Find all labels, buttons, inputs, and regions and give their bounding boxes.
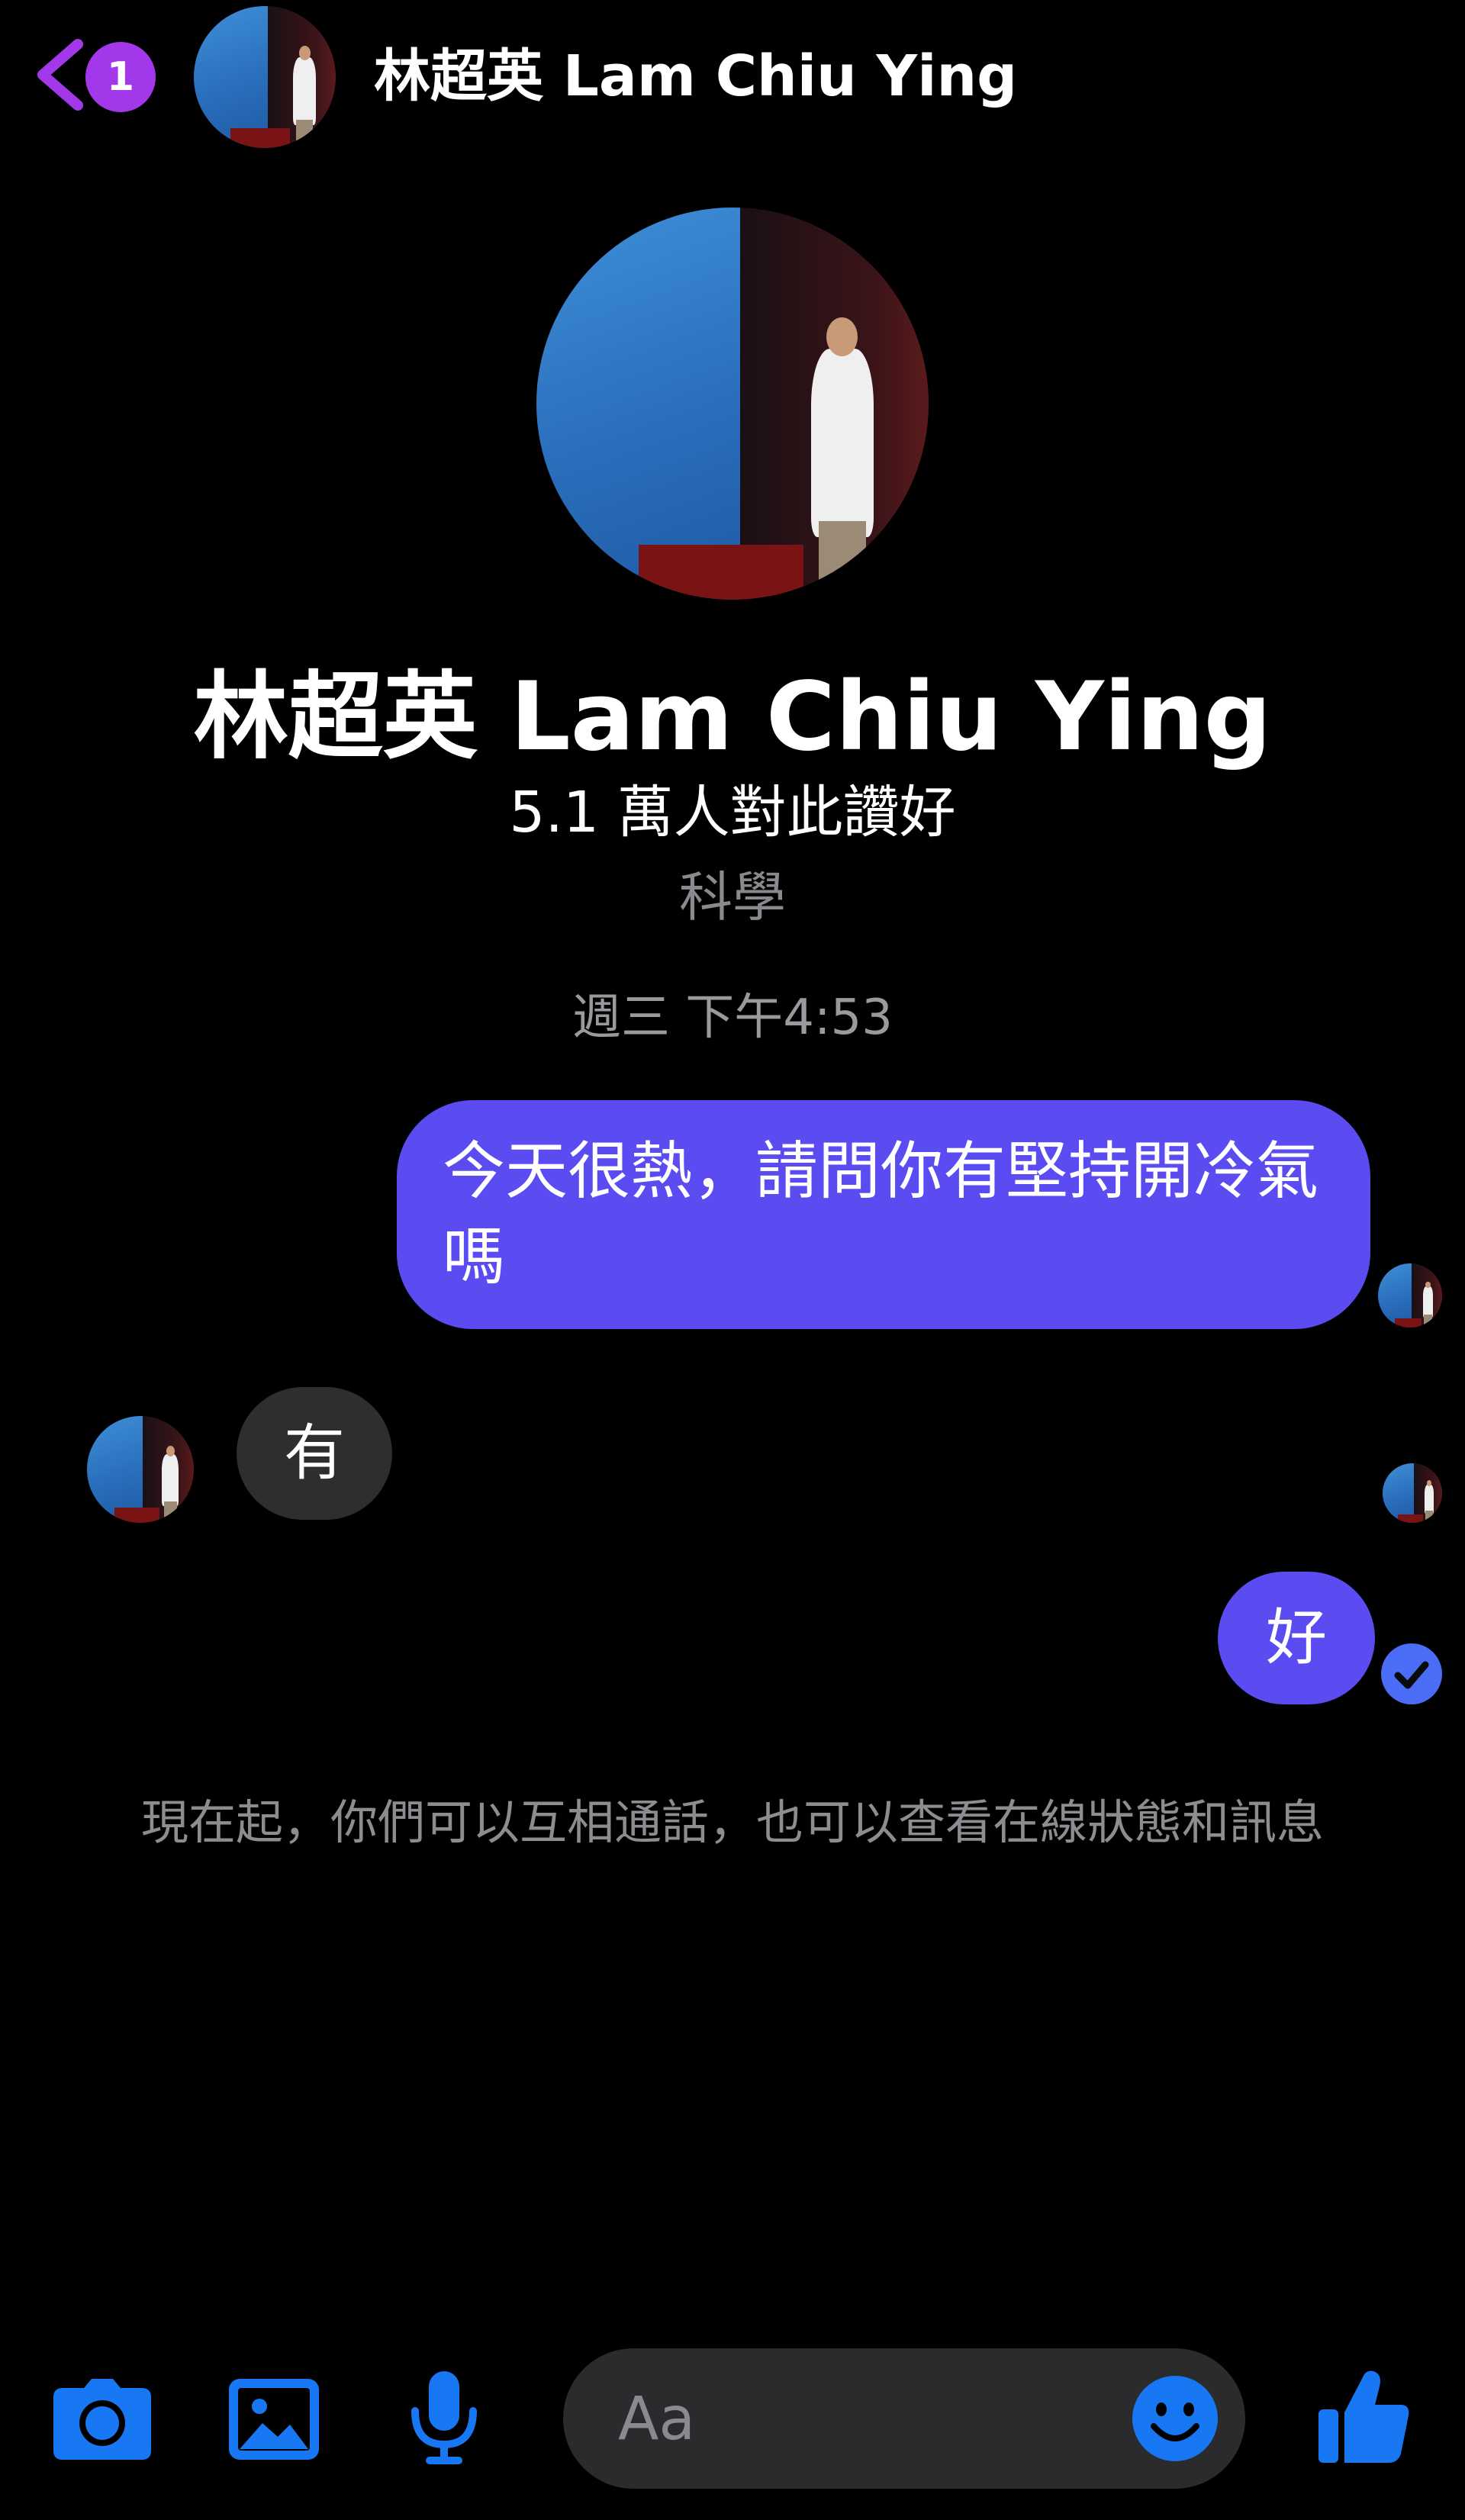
system-notice: 現在起，你們可以互相通話，也可以查看在線狀態和訊息 <box>140 1794 1324 1850</box>
unread-badge[interactable]: 1 <box>85 42 156 112</box>
profile-name: 林超英 Lam Chiu Ying <box>193 662 1272 772</box>
incoming-message-bubble[interactable]: 有 <box>237 1387 392 1520</box>
header-avatar[interactable] <box>194 6 336 148</box>
emoji-icon[interactable] <box>1131 2374 1219 2463</box>
sender-avatar[interactable] <box>87 1416 194 1523</box>
delivered-check-icon <box>1381 1643 1442 1704</box>
camera-icon[interactable] <box>53 2379 151 2460</box>
profile-category: 科學 <box>679 866 786 929</box>
message-input-container[interactable] <box>563 2348 1245 2490</box>
profile-likes: 5.1 萬人對此讚好 <box>509 780 956 845</box>
header-title[interactable]: 林超英 Lam Chiu Ying <box>374 38 1017 114</box>
chevron-left-icon[interactable] <box>32 38 93 111</box>
thumbs-up-icon[interactable] <box>1318 2370 1410 2464</box>
outgoing-message-bubble[interactable]: 好 <box>1218 1572 1375 1704</box>
microphone-icon[interactable] <box>407 2371 481 2466</box>
outgoing-message-bubble[interactable]: 今天很熱，請問你有堅持開冷氣嗎 <box>397 1100 1370 1329</box>
profile-avatar[interactable] <box>536 208 929 600</box>
seen-avatar <box>1378 1263 1442 1328</box>
photo-icon[interactable] <box>229 2379 319 2460</box>
message-input[interactable] <box>617 2348 1077 2490</box>
typing-seen-avatar <box>1383 1463 1442 1523</box>
message-timestamp: 週三 下午4:53 <box>572 990 893 1046</box>
